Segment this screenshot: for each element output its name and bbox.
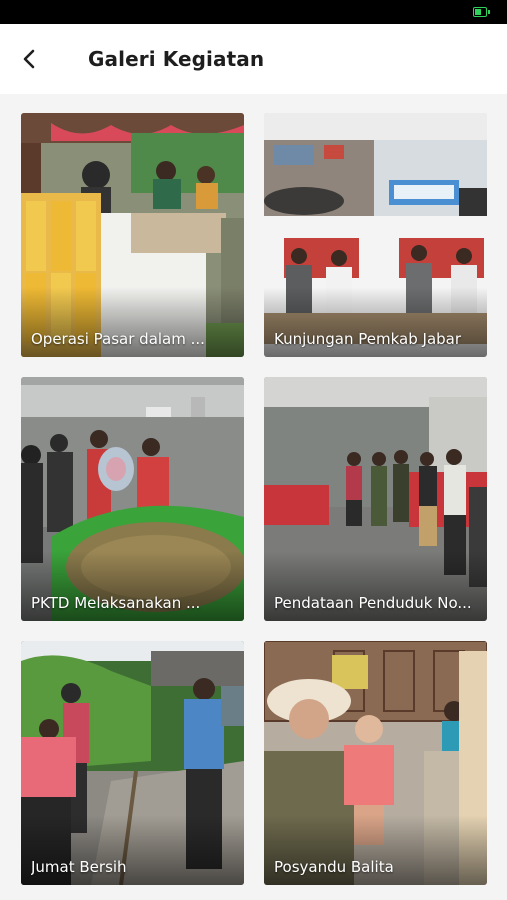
gallery-item-operasi-pasar[interactable]: Operasi Pasar dalam ... <box>21 113 244 357</box>
gallery-item-caption: Kunjungan Pemkab Jabar <box>274 330 462 348</box>
back-button[interactable] <box>2 31 58 87</box>
gallery-item-caption: Jumat Bersih <box>31 858 127 876</box>
arrow-left-icon <box>23 49 35 69</box>
gallery-item-pktd[interactable]: PKTD Melaksanakan ... <box>21 377 244 621</box>
status-bar <box>0 0 507 24</box>
gallery-item-pendataan-penduduk[interactable]: Pendataan Penduduk No... <box>264 377 487 621</box>
gallery-item-caption: Pendataan Penduduk No... <box>274 594 472 612</box>
gallery-item-caption: Operasi Pasar dalam ... <box>31 330 205 348</box>
gallery-item-caption: PKTD Melaksanakan ... <box>31 594 201 612</box>
page-title: Galeri Kegiatan <box>88 47 265 71</box>
gallery-item-caption: Posyandu Balita <box>274 858 394 876</box>
battery-charging-icon <box>473 7 490 17</box>
gallery-grid: Operasi Pasar dalam ... Kunjungan Pemkab… <box>0 94 507 900</box>
app-bar: Galeri Kegiatan <box>0 24 507 94</box>
gallery-item-posyandu-balita[interactable]: Posyandu Balita <box>264 641 487 885</box>
gallery-item-kunjungan-pemkab[interactable]: Kunjungan Pemkab Jabar <box>264 113 487 357</box>
gallery-item-jumat-bersih[interactable]: Jumat Bersih <box>21 641 244 885</box>
